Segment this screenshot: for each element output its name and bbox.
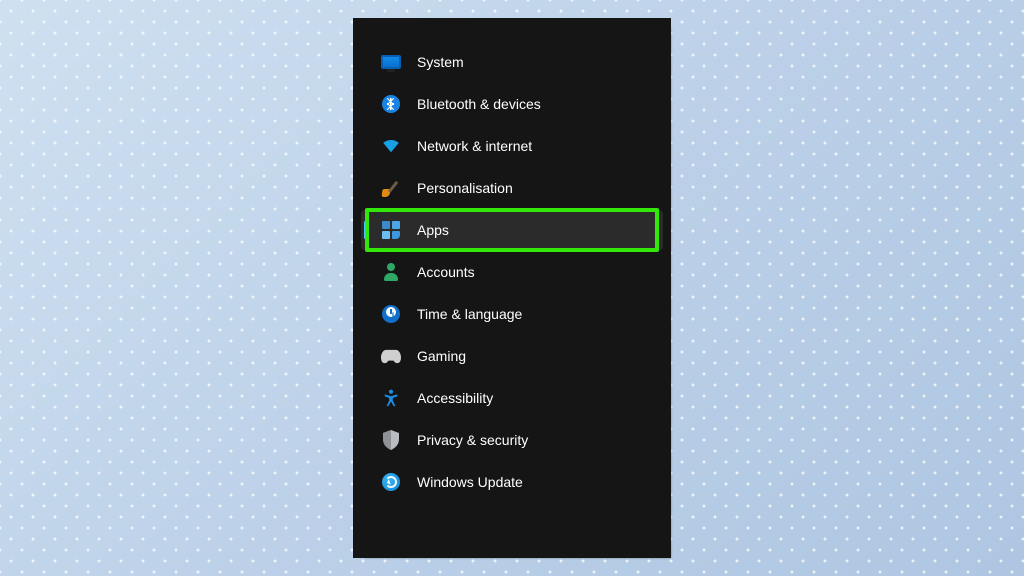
sidebar-item-bluetooth-devices[interactable]: Bluetooth & devices <box>361 84 663 124</box>
sidebar-item-gaming[interactable]: Gaming <box>361 336 663 376</box>
person-icon <box>381 262 401 282</box>
paintbrush-icon <box>381 178 401 198</box>
update-sync-icon <box>381 472 401 492</box>
sidebar-item-label: Privacy & security <box>417 432 528 448</box>
sidebar-item-label: Accessibility <box>417 390 493 406</box>
sidebar-item-label: Network & internet <box>417 138 532 154</box>
sidebar-item-label: Time & language <box>417 306 522 322</box>
tutorial-highlight-box <box>365 208 659 252</box>
monitor-icon <box>381 52 401 72</box>
panel: System Bluetooth & devices Network & int… <box>353 18 671 558</box>
sidebar-item-accounts[interactable]: Accounts <box>361 252 663 292</box>
sidebar-item-label: Accounts <box>417 264 475 280</box>
sidebar-item-label: Apps <box>417 222 449 238</box>
sidebar-item-label: Windows Update <box>417 474 523 490</box>
sidebar-item-label: Gaming <box>417 348 466 364</box>
sidebar-item-label: System <box>417 54 464 70</box>
clock-globe-icon <box>381 304 401 324</box>
sidebar-item-apps[interactable]: Apps <box>361 210 663 250</box>
sidebar-item-windows-update[interactable]: Windows Update <box>361 462 663 502</box>
gamepad-icon <box>381 346 401 366</box>
sidebar-item-accessibility[interactable]: Accessibility <box>361 378 663 418</box>
shield-icon <box>381 430 401 450</box>
sidebar-item-label: Personalisation <box>417 180 513 196</box>
bluetooth-icon <box>381 94 401 114</box>
sidebar-item-label: Bluetooth & devices <box>417 96 541 112</box>
sidebar-item-time-language[interactable]: Time & language <box>361 294 663 334</box>
settings-sidebar-panel: System Bluetooth & devices Network & int… <box>353 18 671 558</box>
accessibility-icon <box>381 388 401 408</box>
sidebar-item-privacy-security[interactable]: Privacy & security <box>361 420 663 460</box>
sidebar-item-network-internet[interactable]: Network & internet <box>361 126 663 166</box>
sidebar-item-system[interactable]: System <box>361 42 663 82</box>
sidebar-item-personalisation[interactable]: Personalisation <box>361 168 663 208</box>
wifi-icon <box>381 136 401 156</box>
apps-grid-icon <box>381 220 401 240</box>
